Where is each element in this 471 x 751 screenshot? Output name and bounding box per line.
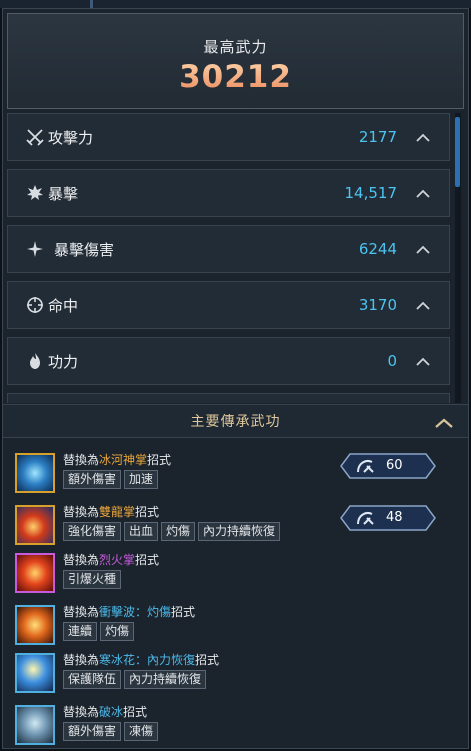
chevron-up-icon[interactable] [411,133,435,142]
stat-row-inner-power[interactable]: 功力 0 [7,337,450,385]
skill-tag: 灼傷 [100,622,135,641]
skill-tag: 出血 [124,522,159,541]
max-power-value: 30212 [8,59,463,95]
stat-row-partial[interactable] [7,393,450,403]
skill-title-prefix: 替換為 [63,553,100,567]
skill-name: 破冰 [99,705,124,719]
stat-value: 2177 [358,128,397,146]
skill-tag: 額外傷害 [63,470,122,489]
skill-title-prefix: 替換為 [63,453,100,467]
skill-tag: 連續 [63,622,98,641]
skill-name: 衝擊波：灼傷 [99,605,172,619]
skill-name: 冰河神掌 [99,453,148,467]
stat-row-crit-damage[interactable]: 暴擊傷害 6244 [7,225,450,273]
top-strip [0,0,471,8]
skill-title-suffix: 招式 [135,553,160,567]
skill-row[interactable]: 替換為破冰招式 額外傷害 凍傷 [13,703,463,749]
skill-tags: 連續 灼傷 [63,622,135,641]
stat-row-attack[interactable]: 攻擊力 2177 [7,113,450,161]
skill-title: 替換為寒冰花：內力恢復招式 [63,651,219,668]
flame-icon [24,350,46,372]
stat-name: 暴擊傷害 [54,240,115,259]
max-power-label: 最高武力 [203,38,268,56]
skill-title-prefix: 替換為 [63,605,100,619]
skill-level-badge: 60 [340,453,436,479]
tab-marker [90,0,93,8]
burst-icon [24,182,46,204]
skill-tags: 額外傷害 加速 [63,470,159,489]
stats-panel: 最高武力 30212 攻擊力 2177 暴擊 14,517 暴擊傷害 6244 … [2,8,469,749]
stat-name: 功力 [48,352,79,371]
skill-title-prefix: 替換為 [63,505,100,519]
skill-level-value: 60 [386,458,403,473]
chevron-up-icon[interactable] [434,414,454,433]
dragon-palm-icon [15,505,55,545]
ice-break-icon [15,705,55,745]
chevron-up-icon[interactable] [411,301,435,310]
crosshair-icon [24,294,46,316]
skill-tag: 引爆火種 [63,570,122,589]
skill-row[interactable]: 替換為烈火掌招式 引爆火種 [13,551,463,597]
skill-title: 替換為冰河神掌招式 [63,451,171,468]
skill-title: 替換為破冰招式 [63,703,147,720]
skill-row[interactable]: 替換為寒冰花：內力恢復招式 保護隊伍 內力持續恢復 [13,651,463,697]
chevron-up-icon[interactable] [411,245,435,254]
skill-title-suffix: 招式 [135,505,160,519]
skill-name: 寒冰花：內力恢復 [99,653,196,667]
skill-tag: 灼傷 [161,522,196,541]
stat-value: 6244 [358,240,397,258]
skill-tags: 額外傷害 凍傷 [63,722,159,741]
skill-title: 替換為雙龍掌招式 [63,503,159,520]
skill-row[interactable]: 替換為衝擊波：灼傷招式 連續 灼傷 [13,603,463,649]
skill-tags: 保護隊伍 內力持續恢復 [63,670,207,689]
stat-name: 暴擊 [48,184,79,203]
skill-tag: 額外傷害 [63,722,122,741]
skill-title-prefix: 替換為 [63,653,100,667]
skill-tag: 內力持續恢復 [124,670,207,689]
skill-tags: 強化傷害 出血 灼傷 內力持續恢復 [63,522,281,541]
skill-title-suffix: 招式 [147,453,172,467]
skill-row[interactable]: 替換為冰河神掌招式 額外傷害 加速 60 [13,451,463,497]
inherited-skills-header[interactable]: 主要傳承武功 [3,404,468,438]
max-power-box: 最高武力 30212 [7,13,464,109]
chevron-up-icon[interactable] [411,189,435,198]
skill-tags: 引爆火種 [63,570,122,589]
stat-value: 0 [387,352,397,370]
chevron-up-icon[interactable] [411,357,435,366]
skill-level-value: 48 [386,510,403,525]
skill-title-suffix: 招式 [195,653,220,667]
shockwave-icon [15,605,55,645]
skill-title-suffix: 招式 [171,605,196,619]
skill-tag: 保護隊伍 [63,670,122,689]
ice-palm-icon [15,453,55,493]
skill-name: 雙龍掌 [99,505,136,519]
section-title: 主要傳承武功 [190,414,281,430]
skill-tag: 加速 [124,470,159,489]
stat-name: 攻擊力 [48,128,94,147]
stat-name: 命中 [48,296,79,315]
skill-name: 烈火掌 [99,553,136,567]
scrollbar-thumb[interactable] [455,117,460,187]
skill-row[interactable]: 替換為雙龍掌招式 強化傷害 出血 灼傷 內力持續恢復 48 [13,503,463,549]
skill-tag: 內力持續恢復 [198,522,281,541]
skill-level-badge: 48 [340,505,436,531]
skill-title: 替換為衝擊波：灼傷招式 [63,603,195,620]
skill-title-suffix: 招式 [123,705,148,719]
frost-flower-icon [15,653,55,693]
stat-value: 14,517 [344,184,398,202]
skill-tag: 強化傷害 [63,522,122,541]
crossed-swords-icon [24,126,46,148]
stat-value: 3170 [358,296,397,314]
stat-list[interactable]: 攻擊力 2177 暴擊 14,517 暴擊傷害 6244 命中 3170 功力 … [7,113,458,403]
sparkle-icon [24,238,46,260]
skill-tag: 凍傷 [124,722,159,741]
stat-row-crit[interactable]: 暴擊 14,517 [7,169,450,217]
skill-title-prefix: 替換為 [63,705,100,719]
stat-row-accuracy[interactable]: 命中 3170 [7,281,450,329]
fire-palm-icon [15,553,55,593]
skill-title: 替換為烈火掌招式 [63,551,159,568]
